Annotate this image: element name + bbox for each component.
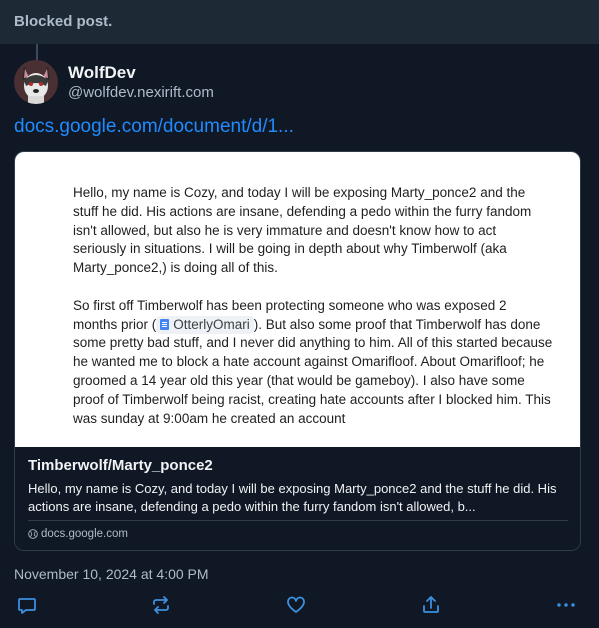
document-mention-chip: OtterlyOmari	[156, 315, 254, 335]
card-body: Timberwolf/Marty_ponce2 Hello, my name i…	[15, 447, 580, 550]
document-preview-image: Hello, my name is Cozy, and today I will…	[15, 152, 580, 447]
google-doc-icon	[160, 318, 170, 330]
blocked-post-label: Blocked post.	[14, 13, 113, 30]
document-text: Hello, my name is Cozy, and today I will…	[73, 184, 553, 447]
chip-label: OtterlyOmari	[173, 316, 250, 332]
reply-icon[interactable]	[16, 594, 38, 616]
author-display-name[interactable]: WolfDev	[68, 63, 136, 83]
card-domain: docs.google.com	[28, 528, 128, 540]
document-text-fragment: ). But also some proof that Timberwolf h…	[73, 316, 553, 426]
link-preview-card[interactable]: Hello, my name is Cozy, and today I will…	[14, 151, 581, 551]
post-actions-bar	[0, 590, 599, 620]
post-link[interactable]: docs.google.com/document/d/1...	[14, 116, 294, 138]
heart-icon[interactable]	[285, 594, 307, 616]
thread-connector-line	[36, 44, 38, 60]
share-icon[interactable]	[420, 594, 442, 616]
repost-icon[interactable]	[150, 594, 172, 616]
blocked-post-banner: Blocked post.	[0, 0, 599, 44]
card-domain-text: docs.google.com	[41, 528, 128, 540]
avatar[interactable]	[14, 60, 58, 104]
globe-icon	[28, 529, 38, 539]
card-title: Timberwolf/Marty_ponce2	[28, 457, 213, 474]
wolf-avatar-image	[14, 60, 58, 104]
author-handle[interactable]: @wolfdev.nexirift.com	[68, 84, 214, 101]
more-icon[interactable]	[555, 594, 577, 616]
document-paragraph: So first off Timberwolf has been protect…	[73, 297, 553, 429]
card-description: Hello, my name is Cozy, and today I will…	[28, 481, 557, 514]
document-paragraph: Hello, my name is Cozy, and today I will…	[73, 185, 532, 276]
post-timestamp[interactable]: November 10, 2024 at 4:00 PM	[14, 566, 209, 582]
card-divider	[28, 520, 568, 521]
